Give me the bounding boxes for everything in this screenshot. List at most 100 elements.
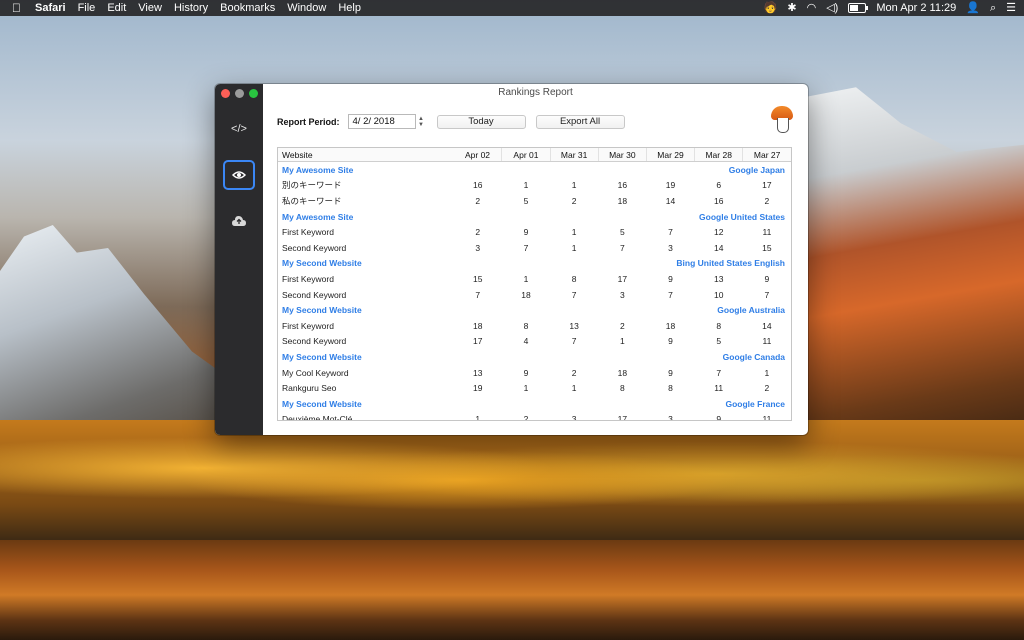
rank-cell: 16 — [713, 195, 724, 206]
table-row[interactable]: 私のキーワード 2 5 2 18 14 16 2 — [278, 193, 791, 209]
rank-cell: 1 — [571, 242, 577, 253]
group-site-name: My Second Website — [282, 398, 362, 409]
apple-menu-icon[interactable]:  — [8, 0, 29, 16]
rank-cell: 2 — [619, 320, 625, 331]
column-header-date[interactable]: Mar 29 — [646, 148, 696, 162]
rank-cell: 15 — [473, 273, 483, 284]
rank-cell: 4 — [523, 336, 529, 347]
column-header-date[interactable]: Mar 30 — [598, 148, 647, 162]
rank-cell: 1 — [523, 383, 529, 394]
group-row[interactable]: My Second Website Google Australia — [278, 302, 791, 318]
spotlight-icon[interactable]: ⌕ — [990, 0, 996, 16]
table-row[interactable]: First Keyword 2 9 1 5 7 12 11 — [278, 224, 791, 240]
rank-cell: 8 — [571, 273, 577, 284]
rank-cell: 7 — [619, 242, 625, 253]
table-row[interactable]: 別のキーワード 16 1 1 16 19 6 17 — [278, 178, 791, 194]
table-row[interactable]: Second Keyword 17 4 7 1 9 5 11 — [278, 334, 791, 350]
sidebar-item-reports[interactable] — [223, 160, 255, 190]
rank-cell: 18 — [617, 195, 628, 206]
code-icon: </> — [231, 123, 247, 135]
menu-view[interactable]: View — [132, 0, 168, 16]
column-header-website[interactable]: Website — [278, 148, 454, 162]
table-row[interactable]: Second Keyword 3 7 1 7 3 14 15 — [278, 240, 791, 256]
rank-cell: 3 — [619, 289, 625, 300]
rank-cell: 2 — [475, 195, 481, 206]
zoom-button[interactable] — [249, 89, 258, 98]
rank-cell: 3 — [668, 242, 673, 253]
table-row[interactable]: My Cool Keyword 13 9 2 18 9 7 1 — [278, 365, 791, 381]
group-search-engine: Google Japan — [728, 164, 785, 175]
rank-cell: 2 — [475, 227, 481, 238]
column-header-date[interactable]: Apr 02 — [453, 148, 503, 162]
today-button[interactable]: Today — [436, 114, 526, 129]
date-stepper[interactable]: ▲ ▼ — [418, 115, 425, 129]
rank-cell: 5 — [619, 227, 625, 238]
menu-app-name[interactable]: Safari — [29, 0, 72, 16]
close-button[interactable] — [221, 89, 230, 98]
sidebar-item-upload[interactable] — [223, 206, 255, 236]
group-search-engine: Google Canada — [722, 351, 785, 362]
column-header-date[interactable]: Mar 27 — [742, 148, 791, 162]
user-icon[interactable]: 👤 — [966, 0, 980, 16]
rank-cell: 9 — [668, 336, 673, 347]
app-status-icon[interactable]: 🧑 — [764, 0, 778, 16]
menu-file[interactable]: File — [72, 0, 102, 16]
notification-center-icon[interactable]: ☰ — [1006, 0, 1016, 16]
rank-cell: 19 — [665, 180, 676, 191]
rank-cell: 6 — [716, 180, 722, 191]
rank-cell: 11 — [762, 414, 772, 421]
menu-edit[interactable]: Edit — [101, 0, 132, 16]
table-row[interactable]: First Keyword 18 8 13 2 18 8 14 — [278, 318, 791, 334]
group-search-engine: Bing United States English — [676, 258, 785, 269]
rank-cell: 14 — [665, 195, 676, 206]
export-all-button[interactable]: Export All — [535, 114, 625, 129]
group-row[interactable]: My Awesome Site Google Japan — [278, 162, 791, 178]
minimize-button[interactable] — [235, 89, 244, 98]
rankings-table[interactable]: Website Apr 02 Apr 01 Mar 31 Mar 30 Mar 29 Mar… — [277, 147, 792, 421]
report-period-label: Report Period: — [277, 116, 340, 127]
rank-cell: 7 — [523, 242, 529, 253]
table-row[interactable]: Deuxième Mot-Clé 1 2 3 17 3 9 11 — [278, 412, 791, 421]
column-header-date[interactable]: Mar 28 — [694, 148, 744, 162]
group-row[interactable]: My Second Website Google Canada — [278, 349, 791, 365]
clock[interactable]: Mon Apr 2 11:29 — [876, 0, 956, 16]
sidebar-item-code[interactable]: </> — [223, 114, 255, 144]
stepper-down-icon[interactable]: ▼ — [418, 122, 424, 128]
rank-cell: 8 — [716, 320, 722, 331]
eye-icon — [232, 171, 246, 179]
column-header-date[interactable]: Apr 01 — [501, 148, 551, 162]
group-site-name: My Second Website — [282, 258, 362, 269]
rank-cell: 17 — [762, 180, 772, 191]
rank-cell: 17 — [617, 273, 628, 284]
rank-cell: 9 — [523, 367, 529, 378]
table-row[interactable]: Second Keyword 7 18 7 3 7 10 7 — [278, 287, 791, 303]
column-header-date[interactable]: Mar 31 — [550, 148, 599, 162]
rank-cell: 8 — [668, 383, 673, 394]
keyword-cell: Rankguru Seo — [282, 383, 337, 394]
rank-cell: 8 — [523, 320, 529, 331]
rank-cell: 1 — [571, 383, 577, 394]
group-row[interactable]: My Second Website Google France — [278, 396, 791, 412]
bluetooth-icon[interactable]: ✱ — [787, 0, 796, 16]
group-row[interactable]: My Awesome Site Google United States — [278, 209, 791, 225]
main-content: Rankings Report Report Period: 4/ 2/ 201… — [263, 84, 808, 435]
keyword-cell: First Keyword — [282, 227, 334, 238]
wifi-icon[interactable]: ◠ — [807, 0, 817, 16]
rank-cell: 12 — [713, 227, 724, 238]
volume-icon[interactable]: ◁) — [826, 0, 838, 16]
group-site-name: My Awesome Site — [282, 164, 354, 175]
menu-bookmarks[interactable]: Bookmarks — [214, 0, 281, 16]
rank-cell: 5 — [716, 336, 722, 347]
table-row[interactable]: Rankguru Seo 19 1 1 8 8 11 2 — [278, 380, 791, 396]
group-search-engine: Google France — [725, 398, 785, 409]
battery-icon[interactable] — [848, 3, 869, 13]
report-date-field[interactable]: 4/ 2/ 2018 — [347, 114, 416, 129]
rank-cell: 13 — [473, 367, 483, 378]
menu-history[interactable]: History — [168, 0, 214, 16]
sidebar: </> — [215, 84, 263, 435]
group-row[interactable]: My Second Website Bing United States Engl… — [278, 256, 791, 272]
menu-help[interactable]: Help — [332, 0, 367, 16]
table-row[interactable]: First Keyword 15 1 8 17 9 13 9 — [278, 271, 791, 287]
rank-cell: 9 — [668, 367, 673, 378]
menu-window[interactable]: Window — [281, 0, 332, 16]
